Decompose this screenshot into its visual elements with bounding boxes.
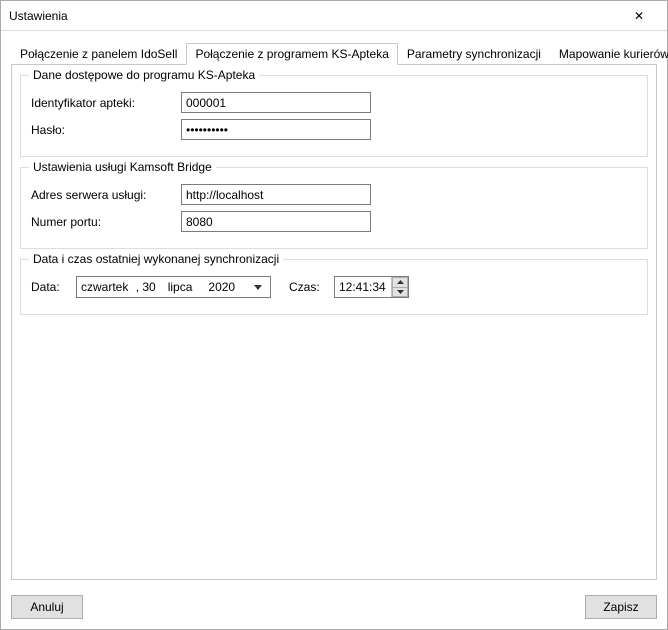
close-icon: ✕ [634, 9, 644, 23]
tab-label: Połączenie z panelem IdoSell [20, 47, 177, 61]
chevron-down-icon [250, 285, 266, 290]
spinner-down[interactable] [392, 287, 408, 298]
titlebar: Ustawienia ✕ [1, 1, 667, 31]
label-port: Numer portu: [31, 215, 181, 229]
time-picker[interactable]: 12:41:34 [334, 276, 409, 298]
label-time: Czas: [289, 280, 334, 294]
date-weekday: czwartek [81, 280, 132, 294]
group-last-sync: Data i czas ostatniej wykonanej synchron… [20, 259, 648, 315]
tab-courier-mapping[interactable]: Mapowanie kurierów i form [550, 43, 668, 64]
chevron-up-icon [397, 280, 404, 284]
button-label: Anuluj [30, 600, 63, 614]
group-bridge-legend: Ustawienia usługi Kamsoft Bridge [29, 160, 216, 174]
input-server-address[interactable] [181, 184, 371, 205]
tab-idosell[interactable]: Połączenie z panelem IdoSell [11, 43, 186, 64]
label-pharmacy-id: Identyfikator apteki: [31, 96, 181, 110]
cancel-button[interactable]: Anuluj [11, 595, 83, 619]
close-button[interactable]: ✕ [619, 1, 659, 31]
button-label: Zapisz [603, 600, 638, 614]
date-picker[interactable]: czwartek , 30 lipca 2020 [76, 276, 271, 298]
time-value: 12:41:34 [335, 280, 391, 294]
tab-label: Mapowanie kurierów i form [559, 47, 668, 61]
content-area: Połączenie z panelem IdoSell Połączenie … [1, 31, 667, 590]
tab-ks-apteka[interactable]: Połączenie z programem KS-Apteka [186, 43, 397, 65]
input-password[interactable] [181, 119, 371, 140]
date-year: 2020 [208, 280, 235, 294]
tab-label: Parametry synchronizacji [407, 47, 541, 61]
label-date: Data: [31, 280, 76, 294]
tab-label: Połączenie z programem KS-Apteka [195, 47, 388, 61]
row-port: Numer portu: [31, 211, 637, 232]
group-access: Dane dostępowe do programu KS-Apteka Ide… [20, 75, 648, 157]
save-button[interactable]: Zapisz [585, 595, 657, 619]
row-pharmacy-id: Identyfikator apteki: [31, 92, 637, 113]
footer: Anuluj Zapisz [11, 595, 657, 619]
input-port[interactable] [181, 211, 371, 232]
time-wrap: Czas: 12:41:34 [289, 276, 409, 298]
chevron-down-icon [397, 290, 404, 294]
tab-sync-params[interactable]: Parametry synchronizacji [398, 43, 550, 64]
group-bridge: Ustawienia usługi Kamsoft Bridge Adres s… [20, 167, 648, 249]
date-month: lipca [168, 280, 193, 294]
row-password: Hasło: [31, 119, 637, 140]
label-password: Hasło: [31, 123, 181, 137]
row-datetime: Data: czwartek , 30 lipca 2020 Czas: 1 [31, 276, 637, 298]
group-access-legend: Dane dostępowe do programu KS-Apteka [29, 68, 259, 82]
tab-strip: Połączenie z panelem IdoSell Połączenie … [11, 43, 657, 65]
footer-spacer [83, 595, 585, 619]
tab-panel: Dane dostępowe do programu KS-Apteka Ide… [11, 65, 657, 580]
input-pharmacy-id[interactable] [181, 92, 371, 113]
label-server-address: Adres serwera usługi: [31, 188, 181, 202]
settings-window: Ustawienia ✕ Połączenie z panelem IdoSel… [0, 0, 668, 630]
group-last-sync-legend: Data i czas ostatniej wykonanej synchron… [29, 252, 283, 266]
time-spinner [391, 277, 408, 297]
window-title: Ustawienia [9, 9, 619, 23]
spinner-up[interactable] [392, 277, 408, 287]
row-server-address: Adres serwera usługi: [31, 184, 637, 205]
date-day: , 30 [136, 280, 156, 294]
